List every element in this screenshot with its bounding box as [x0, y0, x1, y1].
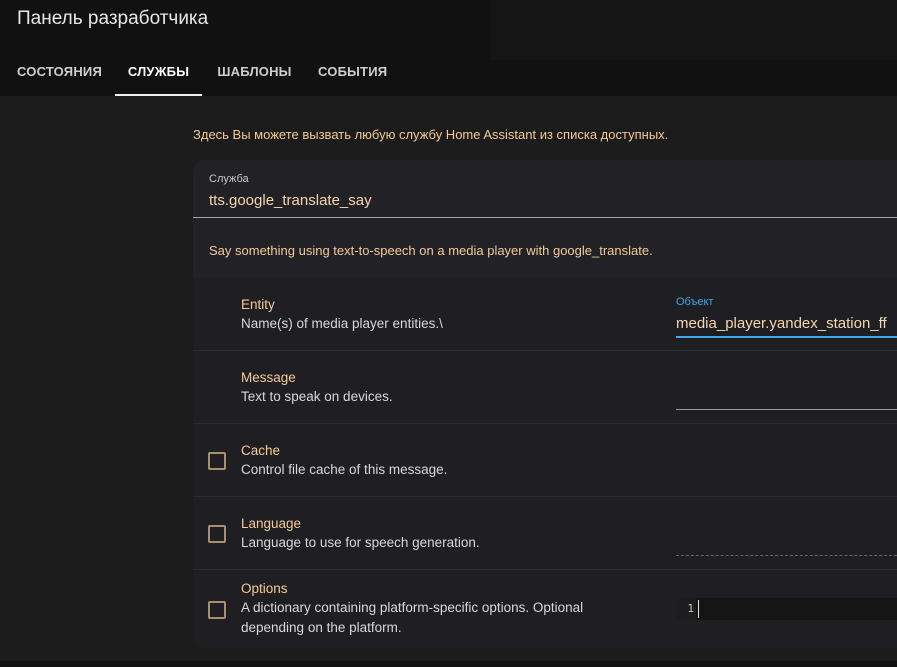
field-name-cache: Cache: [241, 443, 281, 458]
service-card: Служба tts.google_translate_say Say some…: [193, 160, 897, 648]
cache-checkbox[interactable]: [208, 452, 226, 470]
field-desc-cache: Control file cache of this message.: [241, 462, 448, 477]
entity-input-label: Объект: [676, 296, 714, 308]
field-name-options: Options: [241, 581, 288, 596]
field-name-language: Language: [241, 516, 302, 531]
field-desc-options-line2: depending on the platform.: [241, 620, 402, 635]
options-checkbox[interactable]: [208, 601, 226, 619]
language-input-underline[interactable]: [676, 555, 897, 556]
main-content: Здесь Вы можете вызвать любую службу Hom…: [0, 96, 897, 661]
field-desc-language: Language to use for speech generation.: [241, 535, 480, 550]
tab-states[interactable]: СОСТОЯНИЯ: [17, 56, 102, 96]
page-title: Панель разработчика: [17, 8, 209, 29]
bottom-strip: [0, 661, 897, 667]
tab-services[interactable]: СЛУЖБЫ: [115, 56, 202, 96]
tab-templates[interactable]: ШАБЛОНЫ: [217, 56, 292, 96]
toolbar: Панель разработчика СОСТОЯНИЯ СЛУЖБЫ ШАБ…: [0, 0, 897, 96]
service-label: Служба: [209, 173, 249, 185]
entity-input-underline: [676, 336, 897, 338]
service-input-underline: [193, 217, 897, 218]
text-cursor: [698, 600, 699, 618]
line-number: 1: [676, 598, 696, 620]
field-name-entity: Entity: [241, 297, 275, 312]
field-desc-options-line1: A dictionary containing platform-specifi…: [241, 600, 584, 615]
field-name-message: Message: [241, 370, 296, 385]
field-desc-message: Text to speak on devices.: [241, 389, 393, 404]
field-desc-entity: Name(s) of media player entities.\: [241, 316, 443, 331]
intro-text: Здесь Вы можете вызвать любую службу Hom…: [193, 127, 669, 142]
service-input[interactable]: tts.google_translate_say: [209, 192, 372, 209]
language-checkbox[interactable]: [208, 525, 226, 543]
service-description: Say something using text-to-speech on a …: [209, 243, 653, 258]
toolbar-shade: [490, 0, 897, 60]
message-input[interactable]: [676, 378, 897, 410]
tab-events[interactable]: СОБЫТИЯ: [318, 56, 387, 96]
message-input-underline: [676, 409, 897, 410]
options-code-editor[interactable]: 1: [676, 598, 897, 620]
entity-input[interactable]: media_player.yandex_station_ff: [676, 315, 897, 332]
